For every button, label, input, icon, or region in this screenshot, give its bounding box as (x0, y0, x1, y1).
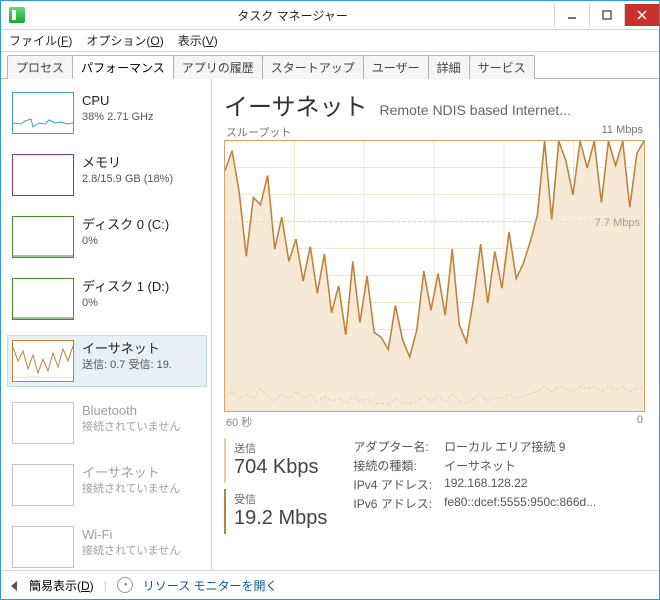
menu-file[interactable]: ファイル(F) (9, 32, 72, 49)
sidebar-item-memory[interactable]: メモリ2.8/15.9 GB (18%) (7, 149, 207, 201)
throughput-label: スループット (226, 124, 291, 140)
sidebar-item-label: Bluetooth (82, 402, 180, 420)
menu-options[interactable]: オプション(O) (86, 32, 163, 49)
sidebar-item-label: イーサネット (82, 340, 172, 358)
tab-processes[interactable]: プロセス (7, 55, 73, 79)
sidebar-item-ethernet[interactable]: イーサネット送信: 0.7 受信: 19. (7, 335, 207, 387)
open-resource-monitor[interactable]: リソース モニターを開く (143, 577, 278, 594)
simple-view-button[interactable]: 簡易表示(D) (29, 577, 94, 594)
tab-users[interactable]: ユーザー (363, 55, 429, 79)
tab-performance[interactable]: パフォーマンス (72, 55, 174, 79)
sidebar-item-label: Wi-Fi (82, 526, 180, 544)
ipv4-val: 192.168.128.22 (444, 476, 645, 493)
conn-type-val: イーサネット (444, 457, 645, 474)
tab-strip: プロセス パフォーマンス アプリの履歴 スタートアップ ユーザー 詳細 サービス (1, 52, 659, 79)
recv-label: 受信 (234, 491, 327, 507)
status-bar: 簡易表示(D) | ◔ リソース モニターを開く (1, 570, 659, 599)
window-title: タスク マネージャー (31, 7, 554, 24)
memory-thumb (12, 154, 74, 196)
tab-details[interactable]: 詳細 (428, 55, 470, 79)
sidebar-item-label: CPU (82, 92, 154, 110)
recv-value: 19.2 Mbps (234, 507, 327, 530)
ipv6-key: IPv6 アドレス: (353, 495, 432, 512)
resmon-icon: ◔ (117, 577, 133, 593)
sidebar-item-label: ディスク 1 (D:) (82, 278, 169, 296)
sidebar-item-wifi[interactable]: Wi-Fi接続されていません (7, 521, 207, 570)
adapter-name-val: ローカル エリア接続 9 (444, 438, 645, 455)
ipv4-key: IPv4 アドレス: (353, 476, 432, 493)
send-label: 送信 (234, 440, 327, 456)
disk0-thumb (12, 216, 74, 258)
disk1-thumb (12, 278, 74, 320)
tab-startup[interactable]: スタートアップ (262, 55, 364, 79)
conn-type-key: 接続の種類: (353, 457, 432, 474)
menu-bar: ファイル(F) オプション(O) 表示(V) (1, 30, 659, 52)
throughput-chart[interactable]: 7.7 Mbps (224, 140, 645, 412)
sidebar-item-label: ディスク 0 (C:) (82, 216, 169, 234)
sidebar-item-disk1[interactable]: ディスク 1 (D:)0% (7, 273, 207, 325)
panel-title: イーサネット (224, 87, 368, 122)
title-bar: タスク マネージャー (1, 1, 659, 30)
chevron-left-icon (11, 581, 17, 591)
bluetooth-thumb (12, 402, 74, 444)
ethernet-thumb (12, 340, 74, 382)
adapter-name-key: アダプター名: (353, 438, 432, 455)
sidebar-item-bluetooth[interactable]: Bluetooth接続されていません (7, 397, 207, 449)
x-axis-left: 60 秒 (226, 414, 252, 430)
menu-view[interactable]: 表示(V) (178, 32, 218, 49)
ipv6-val: fe80::dcef:5555:950c:866d... (444, 495, 645, 512)
sidebar-item-ethernet2[interactable]: イーサネット接続されていません (7, 459, 207, 511)
tab-app-history[interactable]: アプリの履歴 (173, 55, 263, 79)
ethernet2-thumb (12, 464, 74, 506)
sidebar-item-disk0[interactable]: ディスク 0 (C:)0% (7, 211, 207, 263)
minimize-button[interactable] (554, 4, 589, 26)
x-axis-right: 0 (637, 414, 643, 430)
app-icon (9, 7, 25, 23)
cpu-thumb (12, 92, 74, 134)
maximize-button[interactable] (589, 4, 624, 26)
send-value: 704 Kbps (234, 456, 327, 479)
sidebar[interactable]: CPU38% 2.71 GHz メモリ2.8/15.9 GB (18%) ディス… (1, 79, 212, 570)
detail-panel: イーサネット Remote NDIS based Internet... スルー… (212, 79, 659, 570)
panel-subtitle: Remote NDIS based Internet... (380, 102, 645, 118)
wifi-thumb (12, 526, 74, 568)
ref-line-label: 7.7 Mbps (595, 217, 640, 229)
sidebar-item-cpu[interactable]: CPU38% 2.71 GHz (7, 87, 207, 139)
close-button[interactable] (624, 4, 659, 26)
max-scale-label: 11 Mbps (602, 124, 643, 140)
tab-services[interactable]: サービス (469, 55, 535, 79)
sidebar-item-label: メモリ (82, 154, 173, 172)
sidebar-item-label: イーサネット (82, 464, 180, 482)
